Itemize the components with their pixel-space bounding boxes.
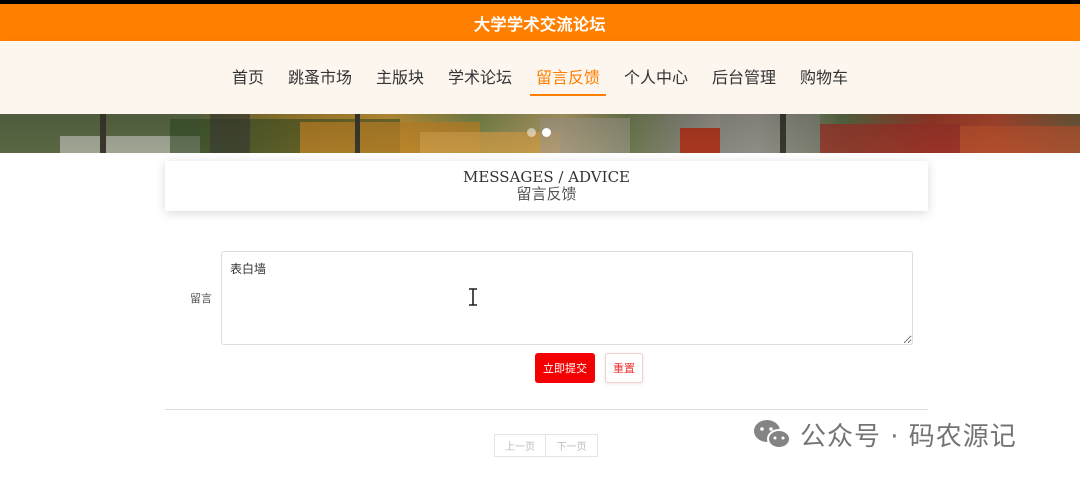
reset-button[interactable]: 重置 — [605, 353, 643, 383]
site-title: 大学学术交流论坛 — [473, 14, 606, 34]
message-label: 留言 — [190, 292, 212, 305]
submit-button[interactable]: 立即提交 — [535, 353, 595, 383]
prev-page-button[interactable]: 上一页 — [494, 434, 546, 457]
watermark-text: 公众号 · 码农源记 — [800, 422, 1017, 452]
main-nav: 首页 跳蚤市场 主版块 学术论坛 留言反馈 个人中心 后台管理 购物车 — [0, 41, 1080, 114]
page-title-en: MESSAGES / ADVICE — [462, 168, 630, 186]
nav-item-main-board[interactable]: 主版块 — [364, 62, 436, 94]
nav-item-flea-market[interactable]: 跳蚤市场 — [276, 62, 364, 94]
text-cursor-icon — [469, 288, 477, 306]
carousel-dot[interactable] — [527, 128, 536, 137]
nav-item-personal-center[interactable]: 个人中心 — [612, 62, 700, 94]
nav-item-admin[interactable]: 后台管理 — [700, 62, 788, 94]
nav-item-home[interactable]: 首页 — [220, 62, 276, 94]
message-textarea[interactable] — [221, 251, 913, 345]
nav-item-feedback[interactable]: 留言反馈 — [524, 62, 612, 96]
site-header: 大学学术交流论坛 — [0, 4, 1080, 41]
carousel-dot-active[interactable] — [542, 128, 551, 137]
page-title-zh: 留言反馈 — [516, 185, 577, 203]
watermark: 公众号 · 码农源记 — [752, 416, 1017, 453]
pagination: 上一页 下一页 — [494, 434, 598, 457]
next-page-button[interactable]: 下一页 — [546, 434, 598, 457]
wechat-icon — [754, 419, 791, 449]
nav-item-cart[interactable]: 购物车 — [788, 62, 860, 94]
divider — [165, 409, 928, 410]
page-title-card: MESSAGES / ADVICE 留言反馈 — [165, 161, 928, 211]
carousel-dots — [527, 128, 551, 137]
nav-item-academic-forum[interactable]: 学术论坛 — [436, 62, 524, 94]
